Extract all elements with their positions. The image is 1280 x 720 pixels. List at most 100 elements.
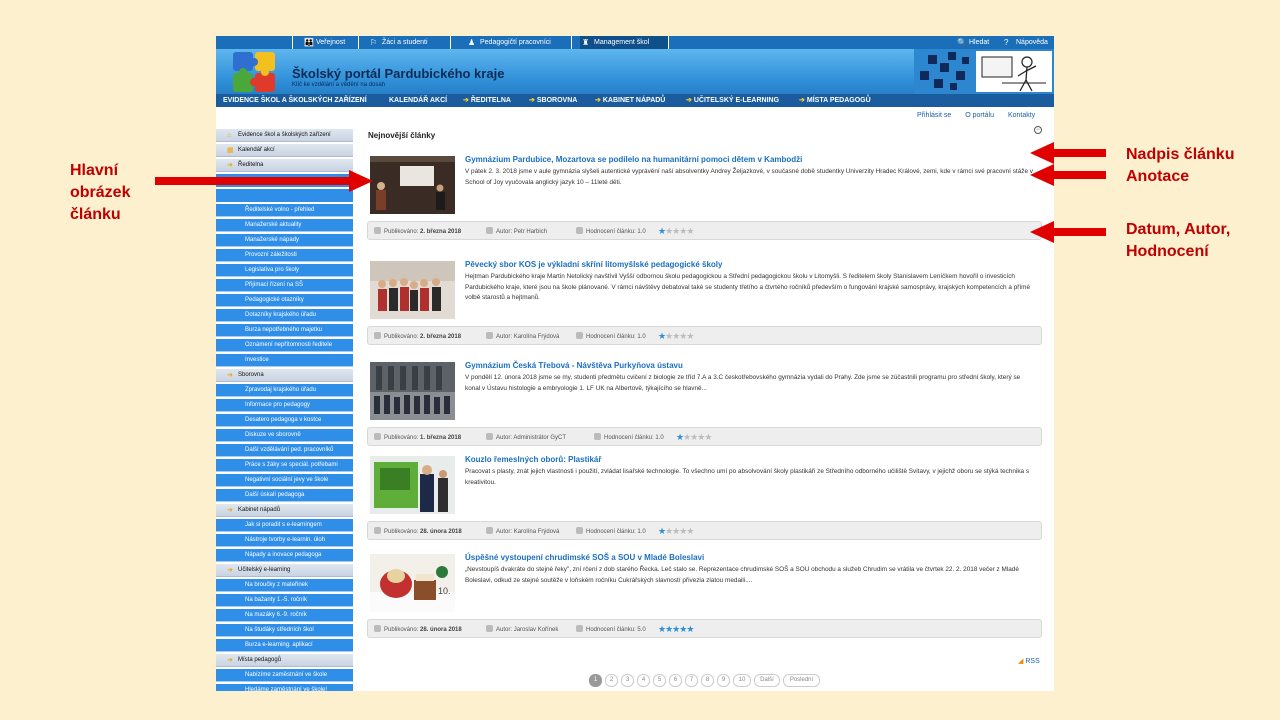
sidebar-item[interactable]: Investice bbox=[216, 354, 353, 367]
star-icon[interactable]: ★ bbox=[704, 432, 712, 442]
star-icon[interactable]: ★ bbox=[686, 226, 694, 236]
article-image[interactable] bbox=[370, 362, 455, 420]
sidebar-item[interactable]: Provozní záležitosti bbox=[216, 249, 353, 262]
page-button[interactable]: 4 bbox=[637, 674, 650, 687]
sidebar-section[interactable]: ➔ Sborovna bbox=[216, 369, 353, 382]
meta-value[interactable]: 5.0 bbox=[637, 627, 645, 633]
next-page-button[interactable]: Další bbox=[754, 674, 780, 687]
meta-value[interactable]: Jaroslav Kořínek bbox=[514, 627, 559, 633]
menu-item-evidence[interactable]: EVIDENCE ŠKOL A ŠKOLSKÝCH ZAŘÍZENÍ bbox=[223, 94, 367, 107]
page-button[interactable]: 1 bbox=[589, 674, 602, 687]
sidebar-item[interactable]: Manažerské nápady bbox=[216, 234, 353, 247]
page-button[interactable]: 5 bbox=[653, 674, 666, 687]
article-annotation: Pracovat s plasty, znát jejich vlastnost… bbox=[465, 468, 1030, 486]
top-nav-public[interactable]: 👪 Veřejnost bbox=[302, 36, 345, 49]
top-nav-students[interactable]: ⚐ Žáci a studenti bbox=[368, 36, 428, 49]
sidebar-item[interactable]: Další vzdělávání ped. pracovníků bbox=[216, 444, 353, 457]
sidebar-item[interactable]: Zpravodaj krajského úřadu bbox=[216, 384, 353, 397]
sidebar-item[interactable]: Hledáme zaměstnání ve škole! bbox=[216, 684, 353, 691]
article-image[interactable]: 10. bbox=[370, 554, 455, 612]
page-button[interactable]: 9 bbox=[717, 674, 730, 687]
sidebar-item[interactable]: Desatero pedagoga v kostce bbox=[216, 414, 353, 427]
menu-item-sborovna[interactable]: ➔ SBOROVNA bbox=[529, 94, 577, 107]
meta-value[interactable]: Administrátor GyCT bbox=[513, 435, 566, 441]
sidebar-item[interactable]: Jak si poradit s e-learningem bbox=[216, 519, 353, 532]
menu-item-calendar[interactable]: KALENDÁŘ AKCÍ bbox=[389, 94, 447, 107]
sidebar-item[interactable]: Burza e-learning. aplikací bbox=[216, 639, 353, 652]
sidebar-section[interactable]: ▦ Kalendář akcí bbox=[216, 144, 353, 157]
meta-value[interactable]: 1.0 bbox=[637, 529, 645, 535]
sidebar-item[interactable]: Manažerské aktuality bbox=[216, 219, 353, 232]
sidebar-item[interactable]: Legislativa pro školy bbox=[216, 264, 353, 277]
page-button[interactable]: 8 bbox=[701, 674, 714, 687]
meta-value[interactable]: Karolína Frýdová bbox=[514, 529, 560, 535]
sidebar-item[interactable]: Na študáky středních škol bbox=[216, 624, 353, 637]
menu-item-mista[interactable]: ➔ MÍSTA PEDAGOGŮ bbox=[799, 94, 871, 107]
contacts-link[interactable]: Kontakty bbox=[1008, 112, 1035, 119]
sidebar-section[interactable]: ⌂ Evidence škol a školských zařízení bbox=[216, 129, 353, 142]
meta-value[interactable]: 1.0 bbox=[637, 229, 645, 235]
article-title-link[interactable]: Úspěšné vystoupení chrudimské SOŠ a SOU … bbox=[465, 553, 704, 562]
page-button[interactable]: 2 bbox=[605, 674, 618, 687]
sidebar-section[interactable]: ➔ Místa pedagogů bbox=[216, 654, 353, 667]
search-link[interactable]: 🔍 Hledat bbox=[955, 36, 989, 49]
sidebar-item[interactable]: Další úskalí pedagoga bbox=[216, 489, 353, 502]
sidebar-item[interactable]: Na mazáky 6.-9. ročník bbox=[216, 609, 353, 622]
menu-item-label: EVIDENCE ŠKOL A ŠKOLSKÝCH ZAŘÍZENÍ bbox=[223, 97, 367, 104]
menu-item-reditelna[interactable]: ➔ ŘEDITELNA bbox=[463, 94, 511, 107]
rating-stars[interactable]: ★★★★★ bbox=[658, 526, 694, 536]
sidebar-item[interactable]: Nápady a inovace pedagoga bbox=[216, 549, 353, 562]
sidebar-section[interactable]: ➔ Učitelský e-learning bbox=[216, 564, 353, 577]
sidebar-item[interactable]: Oznámení nepřítomnosti ředitele bbox=[216, 339, 353, 352]
rss-link[interactable]: ◢ RSS bbox=[1018, 657, 1040, 665]
menu-item-elearning[interactable]: ➔ UČITELSKÝ E-LEARNING bbox=[686, 94, 779, 107]
article-title-link[interactable]: Gymnázium Pardubice, Mozartova se podíle… bbox=[465, 155, 802, 164]
sidebar-item[interactable]: Negativní sociální jevy ve škole bbox=[216, 474, 353, 487]
page-button[interactable]: 3 bbox=[621, 674, 634, 687]
article-title-link[interactable]: Pěvecký sbor KOS je výkladní skříní lito… bbox=[465, 260, 722, 269]
page-button[interactable]: 7 bbox=[685, 674, 698, 687]
sidebar-item[interactable]: Na broučky z mateřinek bbox=[216, 579, 353, 592]
sidebar-item[interactable]: Dotazníky krajského úřadu bbox=[216, 309, 353, 322]
collapse-icon[interactable]: − bbox=[1034, 126, 1042, 134]
rating-stars[interactable]: ★★★★★ bbox=[658, 226, 694, 236]
sidebar-item[interactable]: Nabízíme zaměstnání ve škole bbox=[216, 669, 353, 682]
sidebar-section[interactable]: ➔ Kabinet nápadů bbox=[216, 504, 353, 517]
meta-value[interactable]: 1.0 bbox=[637, 334, 645, 340]
top-nav-management[interactable]: ♜ Management škol bbox=[580, 36, 649, 49]
sidebar-item[interactable]: Burza nepotřebného majetku bbox=[216, 324, 353, 337]
meta-value[interactable]: Karolína Frýdová bbox=[514, 334, 560, 340]
last-page-button[interactable]: Poslední bbox=[783, 674, 820, 687]
sidebar-item[interactable]: Pedagogické otazníky bbox=[216, 294, 353, 307]
star-icon[interactable]: ★ bbox=[686, 526, 694, 536]
rating-stars[interactable]: ★★★★★ bbox=[676, 432, 712, 442]
puzzle-logo-icon[interactable] bbox=[232, 51, 276, 93]
meta-value[interactable]: 1.0 bbox=[655, 435, 663, 441]
rss-icon: ◢ bbox=[1018, 658, 1024, 665]
sidebar-item[interactable]: Přijímací řízení na SŠ bbox=[216, 279, 353, 292]
sidebar-item[interactable]: Ředitelské volno - přehled bbox=[216, 204, 353, 217]
article-image[interactable] bbox=[370, 456, 455, 514]
sidebar-item[interactable]: Diskuze ve sborovně bbox=[216, 429, 353, 442]
article-image[interactable] bbox=[370, 156, 455, 214]
menu-item-kabinet[interactable]: ➔ KABINET NÁPADŮ bbox=[595, 94, 665, 107]
rating-stars[interactable]: ★★★★★ bbox=[658, 624, 694, 634]
article-title-link[interactable]: Gymnázium Česká Třebová - Návštěva Purky… bbox=[465, 361, 683, 370]
rating-stars[interactable]: ★★★★★ bbox=[658, 331, 694, 341]
page-button[interactable]: 6 bbox=[669, 674, 682, 687]
site-title[interactable]: Školský portál Pardubického kraje bbox=[292, 66, 504, 81]
sidebar-item[interactable]: Na bažanty 1.-5. ročník bbox=[216, 594, 353, 607]
sidebar-item[interactable]: Nástroje tvorby e-learnin. úloh bbox=[216, 534, 353, 547]
page-button[interactable]: 10 bbox=[733, 674, 751, 687]
star-icon[interactable]: ★ bbox=[686, 624, 694, 634]
login-link[interactable]: Přihlásit se bbox=[917, 112, 951, 119]
about-link[interactable]: O portálu bbox=[965, 112, 994, 119]
article-image[interactable] bbox=[370, 261, 455, 319]
top-nav-teachers[interactable]: ♟ Pedagogičtí pracovníci bbox=[466, 36, 551, 49]
sidebar-item[interactable]: Práce s žáky se speciál. potřebami bbox=[216, 459, 353, 472]
article-title-link[interactable]: Kouzlo řemeslných oborů: Plastikář bbox=[465, 455, 601, 464]
sidebar-item[interactable]: Informace pro pedagogy bbox=[216, 399, 353, 412]
star-icon[interactable]: ★ bbox=[686, 331, 694, 341]
help-link[interactable]: ? Nápověda bbox=[1002, 36, 1048, 49]
meta-value[interactable]: Petr Harbich bbox=[514, 229, 547, 235]
